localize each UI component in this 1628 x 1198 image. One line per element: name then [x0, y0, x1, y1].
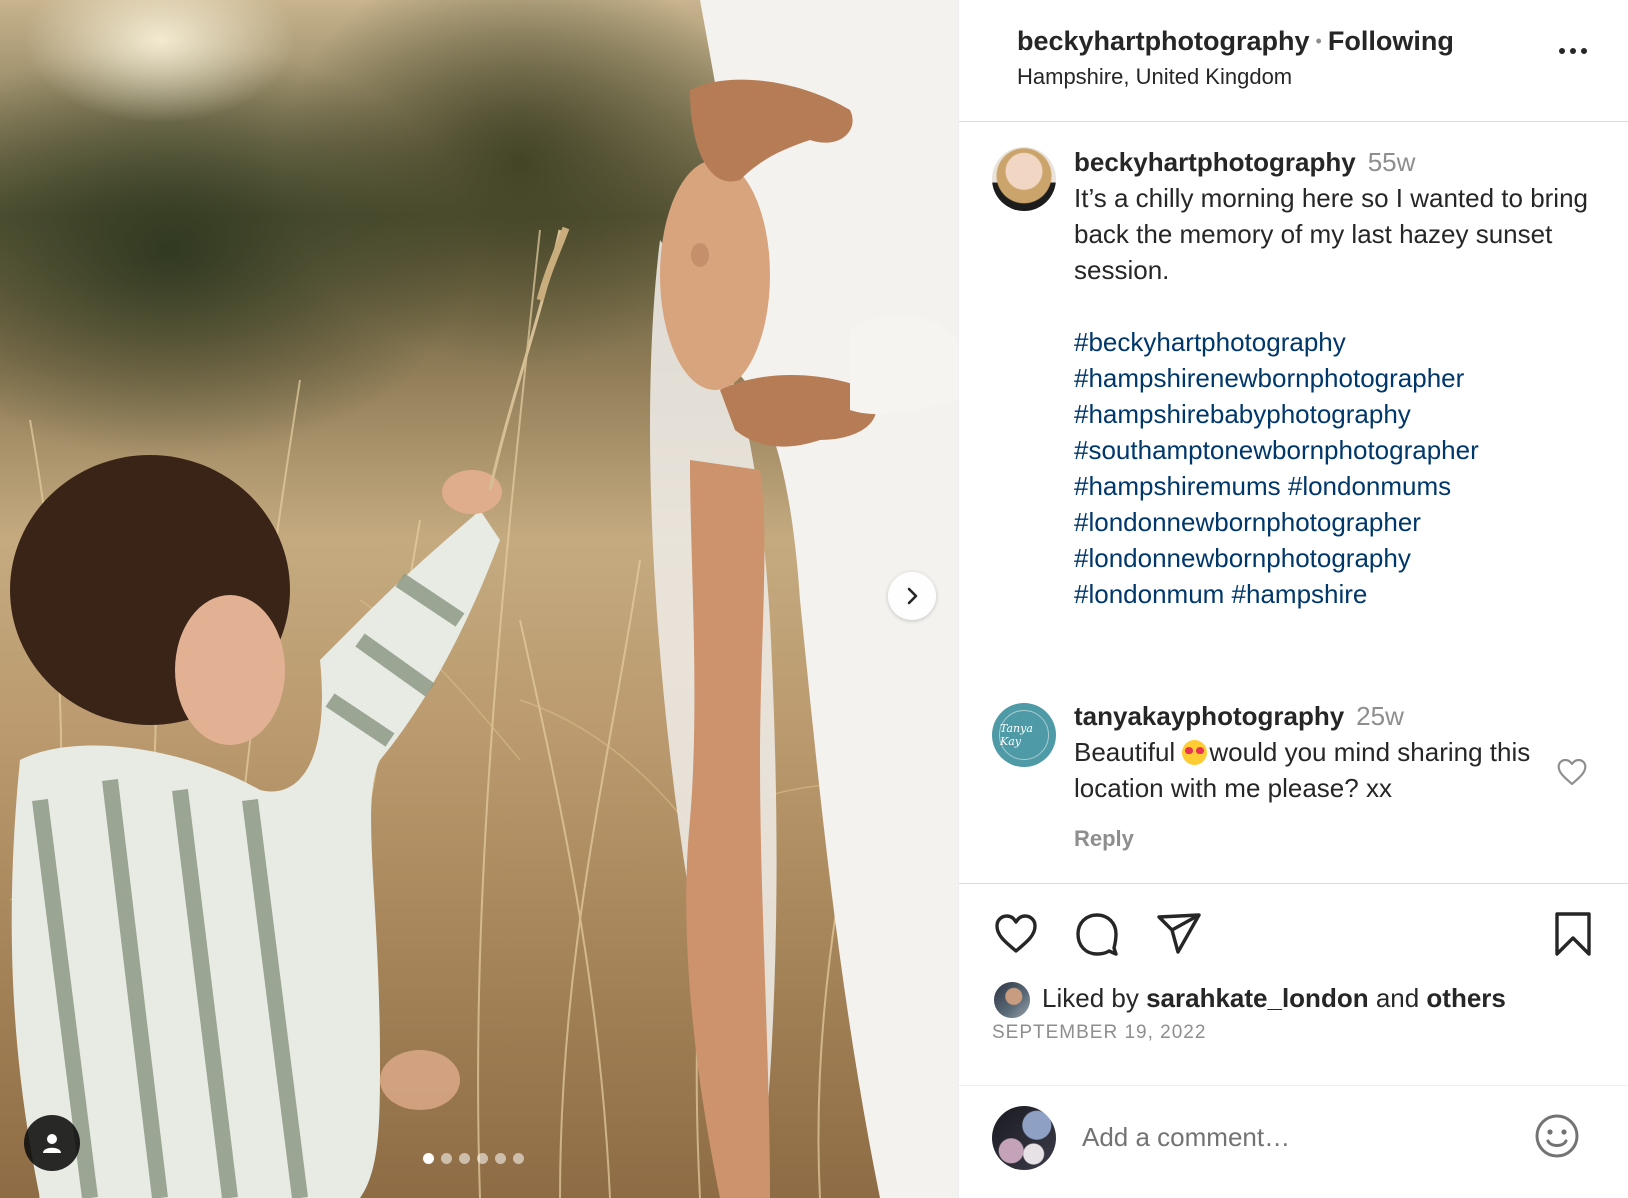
carousel-indicator	[423, 1153, 524, 1164]
hashtag-link[interactable]: #londonnewbornphotography	[1074, 540, 1594, 576]
likes-summary: Liked by sarahkate_london and others	[1042, 980, 1506, 1016]
heart-eyes-emoji	[1182, 740, 1208, 765]
tagged-people-button[interactable]	[24, 1115, 80, 1171]
smiley-icon[interactable]	[1533, 1112, 1581, 1160]
comment-username[interactable]: tanyakayphotography	[1074, 701, 1344, 731]
comment-like-heart-icon[interactable]	[1556, 756, 1588, 788]
send-icon[interactable]	[1155, 910, 1203, 958]
likes-middle: and	[1368, 983, 1427, 1013]
next-photo-button[interactable]	[888, 572, 936, 620]
more-options-icon[interactable]	[1559, 48, 1587, 54]
carousel-dot	[459, 1153, 470, 1164]
more-dot	[1570, 48, 1576, 54]
likes-others-link[interactable]: others	[1426, 983, 1505, 1013]
current-user-avatar	[992, 1106, 1056, 1170]
hashtag-link[interactable]: #londonmum #hampshire	[1074, 576, 1594, 612]
liker-avatar[interactable]	[992, 980, 1032, 1020]
like-heart-icon[interactable]	[992, 910, 1040, 958]
post-photo[interactable]	[0, 0, 958, 1198]
caption-text: It’s a chilly morning here so I wanted t…	[1074, 183, 1589, 285]
hashtag-link[interactable]: #hampshirebabyphotography	[1074, 396, 1594, 432]
hashtag-link[interactable]: #hampshiremums #londonmums	[1074, 468, 1594, 504]
liker-username[interactable]: sarahkate_london	[1146, 983, 1369, 1013]
author-avatar[interactable]	[992, 147, 1056, 211]
hashtag-link[interactable]: #beckyhartphotography	[1074, 324, 1594, 360]
hashtag-link[interactable]: #londonnewbornphotographer	[1074, 504, 1594, 540]
hashtag-link[interactable]: #hampshirenewbornphotographer	[1074, 360, 1594, 396]
header-line: beckyhartphotography • Following	[1017, 26, 1454, 57]
commenter-avatar[interactable]: Tanya Kay	[992, 703, 1056, 767]
post-author-username[interactable]: beckyhartphotography	[1017, 26, 1310, 56]
caption-hashtags: #beckyhartphotography #hampshirenewbornp…	[1074, 324, 1594, 612]
carousel-dot	[513, 1153, 524, 1164]
carousel-dot	[477, 1153, 488, 1164]
comment-item: tanyakayphotography 25w Beautiful would y…	[1074, 698, 1544, 806]
carousel-dot	[495, 1153, 506, 1164]
hashtag-link[interactable]: #southamptonewbornphotographer	[1074, 432, 1594, 468]
actions-divider	[959, 883, 1628, 884]
likes-prefix: Liked by	[1042, 983, 1147, 1013]
chevron-right-icon	[907, 587, 918, 605]
header-bullet: •	[1315, 31, 1322, 51]
more-dot	[1559, 48, 1565, 54]
post-header: beckyhartphotography • Following Hampshire…	[959, 0, 1628, 122]
caption-time[interactable]: 55w	[1368, 147, 1416, 177]
avatar-logo: Tanya Kay	[999, 710, 1049, 760]
comment-text-start: Beautiful	[1074, 737, 1183, 767]
bookmark-icon[interactable]	[1549, 910, 1597, 958]
caption-username[interactable]: beckyhartphotography	[1074, 147, 1356, 177]
more-dot	[1581, 48, 1587, 54]
person-icon	[43, 1134, 61, 1153]
post-caption: beckyhartphotography 55w It’s a chilly mo…	[1074, 144, 1594, 612]
post-location[interactable]: Hampshire, United Kingdom	[1017, 64, 1292, 90]
comment-time[interactable]: 25w	[1356, 701, 1404, 731]
carousel-dot	[441, 1153, 452, 1164]
following-button[interactable]: Following	[1328, 26, 1454, 56]
carousel-dot	[423, 1153, 434, 1164]
comment-icon[interactable]	[1073, 910, 1121, 958]
add-comment-input[interactable]	[1082, 1117, 1482, 1157]
post-date[interactable]: SEPTEMBER 19, 2022	[992, 1022, 1206, 1044]
photo-scene	[9, 0, 958, 1198]
reply-button[interactable]: Reply	[1074, 826, 1134, 852]
post-side-panel: beckyhartphotography • Following Hampshire…	[958, 0, 1628, 1198]
